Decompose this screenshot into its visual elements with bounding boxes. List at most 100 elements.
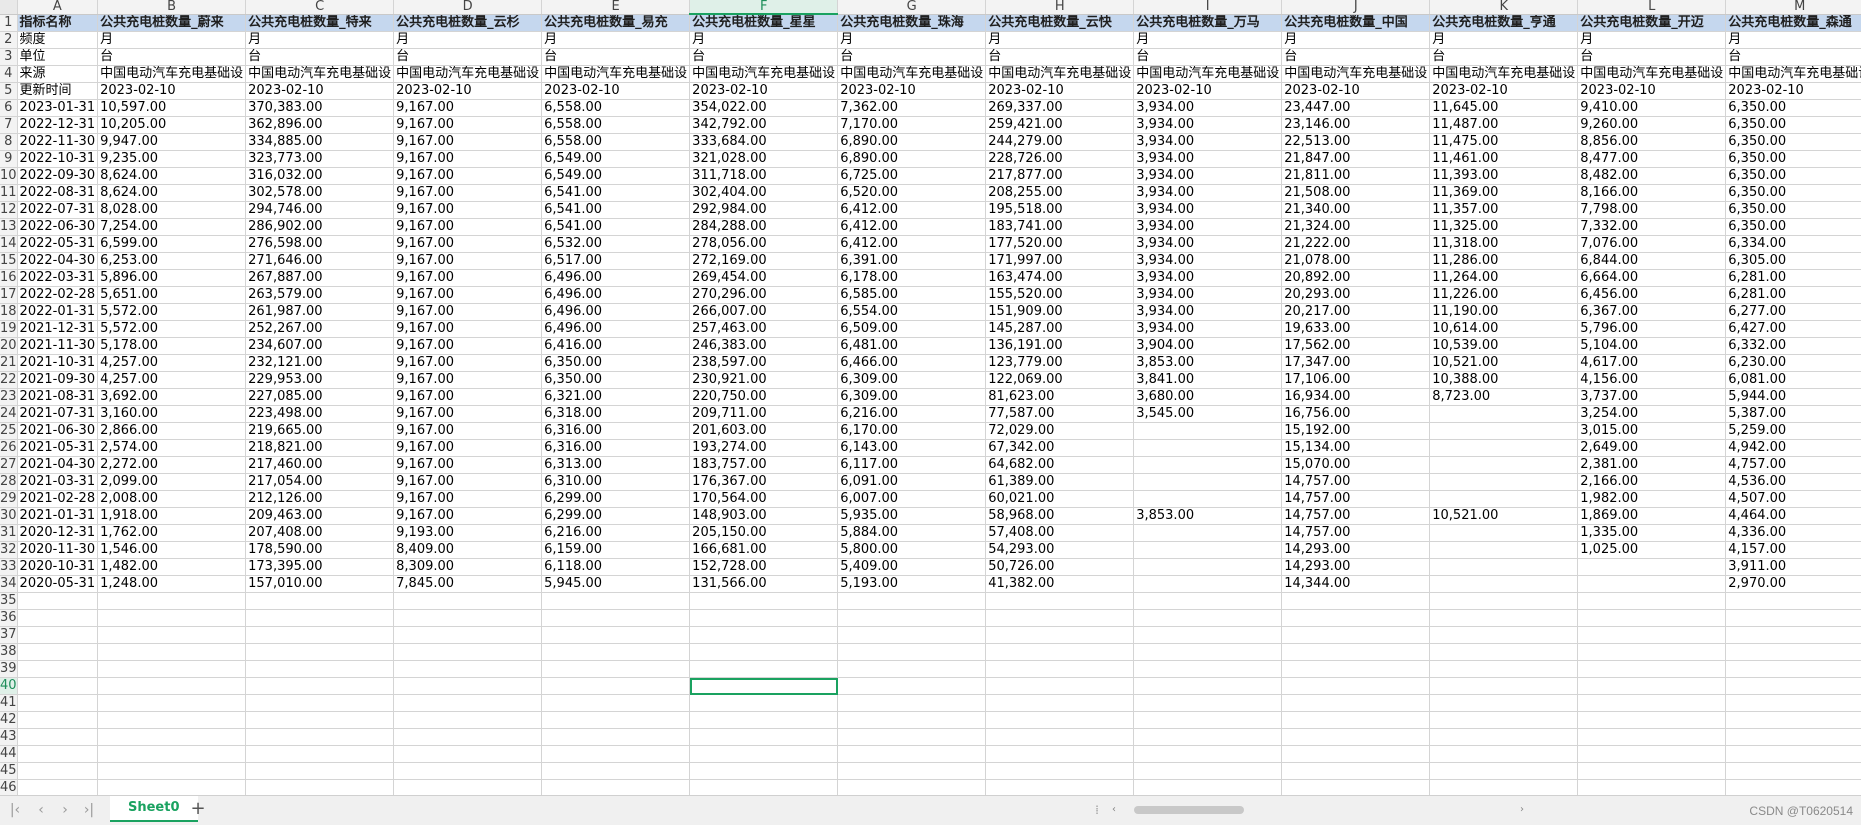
cell-k11[interactable]: 11,369.00 (1429, 184, 1579, 202)
cell-k31[interactable] (1429, 524, 1579, 542)
cell-l4[interactable]: 中国电动汽车充电基础设 (1577, 65, 1727, 83)
cell-f15[interactable]: 272,169.00 (689, 252, 839, 270)
cell-d36[interactable] (393, 609, 543, 627)
cell-g2[interactable]: 月 (837, 31, 987, 49)
cell-d40[interactable] (393, 677, 543, 695)
cell-e12[interactable]: 6,541.00 (541, 201, 691, 219)
cell-i37[interactable] (1133, 626, 1283, 644)
cell-l13[interactable]: 7,332.00 (1577, 218, 1727, 236)
cell-j19[interactable]: 19,633.00 (1281, 320, 1431, 338)
cell-m22[interactable]: 6,081.00 (1725, 371, 1861, 389)
cell-h19[interactable]: 145,287.00 (985, 320, 1135, 338)
cell-k39[interactable] (1429, 660, 1579, 678)
cell-l37[interactable] (1577, 626, 1727, 644)
cell-c19[interactable]: 252,267.00 (245, 320, 395, 338)
cell-c6[interactable]: 370,383.00 (245, 99, 395, 117)
cell-i40[interactable] (1133, 677, 1283, 695)
cell-i27[interactable] (1133, 456, 1283, 474)
row-header[interactable]: 13 (0, 218, 18, 236)
row-header[interactable]: 38 (0, 643, 18, 661)
cell-b18[interactable]: 5,572.00 (97, 303, 247, 321)
row-header[interactable]: 20 (0, 337, 18, 355)
cell-d20[interactable]: 9,167.00 (393, 337, 543, 355)
cell-a19[interactable]: 2021-12-31 (17, 320, 99, 338)
cell-k19[interactable]: 10,614.00 (1429, 320, 1579, 338)
row-header[interactable]: 43 (0, 728, 18, 746)
cell-m30[interactable]: 4,464.00 (1725, 507, 1861, 525)
cell-f22[interactable]: 230,921.00 (689, 371, 839, 389)
cell-h38[interactable] (985, 643, 1135, 661)
cell-m16[interactable]: 6,281.00 (1725, 269, 1861, 287)
cell-l8[interactable]: 8,856.00 (1577, 133, 1727, 151)
cell-m36[interactable] (1725, 609, 1861, 627)
cell-j10[interactable]: 21,811.00 (1281, 167, 1431, 185)
cell-a12[interactable]: 2022-07-31 (17, 201, 99, 219)
cell-j5[interactable]: 2023-02-10 (1281, 82, 1431, 100)
cell-i29[interactable] (1133, 490, 1283, 508)
cell-a43[interactable] (17, 728, 99, 746)
cell-j1[interactable]: 公共充电桩数量_中国 (1281, 14, 1431, 32)
cell-h16[interactable]: 163,474.00 (985, 269, 1135, 287)
cell-i17[interactable]: 3,934.00 (1133, 286, 1283, 304)
cell-e1[interactable]: 公共充电桩数量_易充 (541, 14, 691, 32)
cell-f32[interactable]: 166,681.00 (689, 541, 839, 559)
cell-d27[interactable]: 9,167.00 (393, 456, 543, 474)
cell-a33[interactable]: 2020-10-31 (17, 558, 99, 576)
row-header[interactable]: 23 (0, 388, 18, 406)
cell-a21[interactable]: 2021-10-31 (17, 354, 99, 372)
cell-d46[interactable] (393, 779, 543, 795)
cell-k22[interactable]: 10,388.00 (1429, 371, 1579, 389)
cell-h29[interactable]: 60,021.00 (985, 490, 1135, 508)
cell-g15[interactable]: 6,391.00 (837, 252, 987, 270)
cell-a10[interactable]: 2022-09-30 (17, 167, 99, 185)
cell-g23[interactable]: 6,309.00 (837, 388, 987, 406)
cell-k2[interactable]: 月 (1429, 31, 1579, 49)
cell-c2[interactable]: 月 (245, 31, 395, 49)
cell-k10[interactable]: 11,393.00 (1429, 167, 1579, 185)
cell-i2[interactable]: 月 (1133, 31, 1283, 49)
cell-c9[interactable]: 323,773.00 (245, 150, 395, 168)
cell-d43[interactable] (393, 728, 543, 746)
cell-c32[interactable]: 178,590.00 (245, 541, 395, 559)
scroll-track[interactable] (1122, 806, 1514, 814)
cell-a44[interactable] (17, 745, 99, 763)
cell-e45[interactable] (541, 762, 691, 780)
cell-b5[interactable]: 2023-02-10 (97, 82, 247, 100)
cell-m3[interactable]: 台 (1725, 48, 1861, 66)
cell-i4[interactable]: 中国电动汽车充电基础设 (1133, 65, 1283, 83)
cell-m14[interactable]: 6,334.00 (1725, 235, 1861, 253)
cell-a1[interactable]: 指标名称 (17, 14, 99, 32)
cell-m34[interactable]: 2,970.00 (1725, 575, 1861, 593)
cell-i19[interactable]: 3,934.00 (1133, 320, 1283, 338)
cell-a46[interactable] (17, 779, 99, 795)
cell-b4[interactable]: 中国电动汽车充电基础设 (97, 65, 247, 83)
row-header[interactable]: 3 (0, 48, 18, 66)
row-header[interactable]: 17 (0, 286, 18, 304)
cell-b39[interactable] (97, 660, 247, 678)
cell-d11[interactable]: 9,167.00 (393, 184, 543, 202)
cell-c28[interactable]: 217,054.00 (245, 473, 395, 491)
cell-m28[interactable]: 4,536.00 (1725, 473, 1861, 491)
cell-e31[interactable]: 6,216.00 (541, 524, 691, 542)
cell-g14[interactable]: 6,412.00 (837, 235, 987, 253)
row-header[interactable]: 34 (0, 575, 18, 593)
cell-m43[interactable] (1725, 728, 1861, 746)
cell-m35[interactable] (1725, 592, 1861, 610)
cell-b33[interactable]: 1,482.00 (97, 558, 247, 576)
cell-j24[interactable]: 16,756.00 (1281, 405, 1431, 423)
cell-c39[interactable] (245, 660, 395, 678)
cell-a5[interactable]: 更新时间 (17, 82, 99, 100)
cell-g24[interactable]: 6,216.00 (837, 405, 987, 423)
cell-d25[interactable]: 9,167.00 (393, 422, 543, 440)
cell-d10[interactable]: 9,167.00 (393, 167, 543, 185)
cell-h31[interactable]: 57,408.00 (985, 524, 1135, 542)
cell-b20[interactable]: 5,178.00 (97, 337, 247, 355)
cell-b23[interactable]: 3,692.00 (97, 388, 247, 406)
cell-h15[interactable]: 171,997.00 (985, 252, 1135, 270)
cell-c24[interactable]: 223,498.00 (245, 405, 395, 423)
cell-m10[interactable]: 6,350.00 (1725, 167, 1861, 185)
cell-b38[interactable] (97, 643, 247, 661)
cell-d5[interactable]: 2023-02-10 (393, 82, 543, 100)
cell-f35[interactable] (689, 592, 839, 610)
cell-h46[interactable] (985, 779, 1135, 795)
